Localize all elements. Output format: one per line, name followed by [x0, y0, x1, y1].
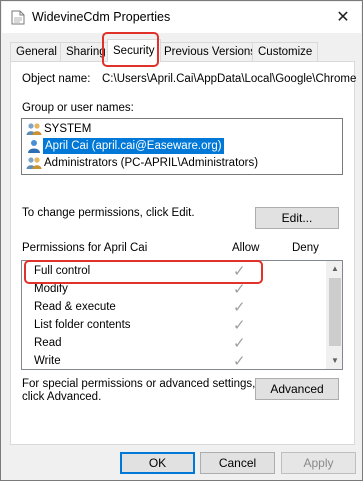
allow-check-icon: ✓ [233, 353, 246, 370]
tab-previous-versions[interactable]: Previous Versions [158, 42, 263, 62]
permission-row-read: Read ✓ [22, 335, 327, 353]
close-icon: ✕ [336, 9, 350, 26]
permission-name: Write [34, 355, 61, 367]
allow-check-icon: ✓ [233, 299, 246, 316]
object-name-value: C:\Users\April.Cai\AppData\Local\Google\… [102, 73, 356, 85]
ok-button[interactable]: OK [120, 452, 195, 474]
permission-row-read-execute: Read & execute ✓ [22, 299, 327, 317]
list-item-label: April Cai (april.cai@Easeware.org) [43, 138, 224, 154]
scroll-up-arrow-icon[interactable]: ▲ [327, 261, 342, 277]
apply-button[interactable]: Apply [281, 452, 356, 474]
users-group-icon [26, 157, 42, 169]
permissions-label: Permissions for April Cai [22, 242, 148, 254]
permissions-scrollbar[interactable]: ▲ ▼ [326, 261, 342, 369]
advanced-button[interactable]: Advanced [255, 378, 339, 400]
list-item-administrators[interactable]: Administrators (PC-APRIL\Administrators) [24, 155, 340, 171]
allow-check-icon: ✓ [233, 335, 246, 352]
document-icon [11, 10, 25, 25]
scroll-thumb[interactable] [329, 278, 341, 346]
change-permissions-hint: To change permissions, click Edit. [22, 207, 195, 219]
object-name-label: Object name: [22, 73, 91, 85]
special-permissions-hint-line1: For special permissions or advanced sett… [22, 378, 256, 390]
list-item-label: SYSTEM [44, 123, 92, 135]
cancel-button[interactable]: Cancel [200, 452, 275, 474]
group-names-label: Group or user names: [22, 102, 134, 114]
title-bar: WidevineCdm Properties ✕ [2, 2, 361, 33]
tab-customize[interactable]: Customize [252, 42, 319, 62]
list-item-label: Administrators (PC-APRIL\Administrators) [44, 157, 259, 169]
edit-button[interactable]: Edit... [255, 207, 339, 229]
permission-name: Read [34, 337, 62, 349]
window-title: WidevineCdm Properties [32, 10, 171, 24]
users-group-icon [26, 123, 42, 135]
list-item-april-cai[interactable]: April Cai (april.cai@Easeware.org) [24, 138, 340, 154]
tab-general[interactable]: General [10, 42, 63, 62]
permission-row-list-folder-contents: List folder contents ✓ [22, 317, 327, 335]
scroll-down-arrow-icon[interactable]: ▼ [327, 353, 342, 369]
list-item-system[interactable]: SYSTEM [24, 121, 340, 137]
allow-check-icon: ✓ [233, 317, 246, 334]
deny-header: Deny [292, 242, 319, 254]
permission-row-write: Write ✓ [22, 353, 327, 370]
allow-header: Allow [232, 242, 260, 254]
permission-name: Read & execute [34, 301, 116, 313]
close-button[interactable]: ✕ [333, 8, 353, 28]
permission-name: List folder contents [34, 319, 131, 331]
full-control-highlight [24, 260, 263, 284]
group-user-list[interactable]: SYSTEM April Cai (april.cai@Easeware.org… [21, 118, 343, 175]
special-permissions-hint-line2: click Advanced. [22, 391, 102, 403]
user-icon [28, 140, 40, 153]
security-tab-highlight [102, 32, 159, 67]
properties-dialog: WidevineCdm Properties ✕ General Sharing… [0, 0, 363, 481]
permission-name: Modify [34, 283, 68, 295]
tab-strip: General Sharing Security Previous Versio… [1, 39, 363, 62]
